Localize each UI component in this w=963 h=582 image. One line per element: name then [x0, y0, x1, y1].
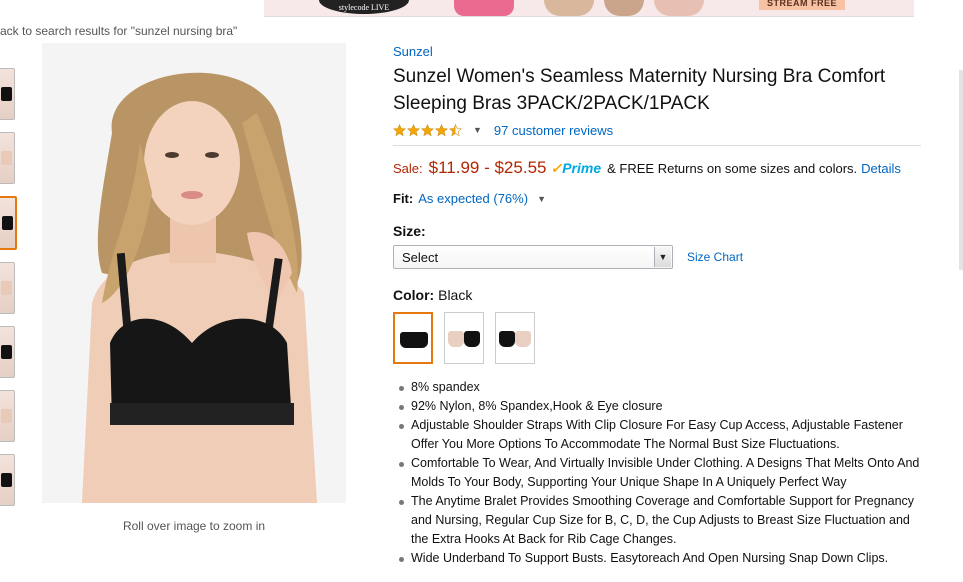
rating-row: ▼ 97 customer reviews [393, 121, 923, 139]
swatch-bra-image [515, 331, 531, 347]
thumbnail-bra-image [2, 216, 13, 230]
back-to-results-link[interactable]: ack to search results for "sunzel nursin… [0, 24, 237, 38]
banner-image-sandal [654, 0, 704, 16]
thumbnail[interactable] [0, 132, 15, 184]
feature-bullet: The Anytime Bralet Provides Smoothing Co… [393, 492, 921, 549]
star-icon [393, 123, 406, 136]
top-banner-ad[interactable]: stylecode LIVE STREAM FREE [264, 0, 914, 17]
swatch-bra-image [499, 331, 515, 347]
star-icon [407, 123, 420, 136]
thumbnail[interactable] [0, 262, 15, 314]
main-product-image[interactable] [42, 43, 346, 503]
thumbnail-bra-image [1, 281, 12, 295]
feature-bullet: 8% spandex [393, 378, 921, 397]
thumbnail-selected[interactable] [0, 196, 17, 250]
swatch-black[interactable] [393, 312, 433, 364]
prime-check-icon: ✓ [550, 160, 563, 176]
star-rating[interactable] [393, 123, 463, 137]
zoom-hint: Roll over image to zoom in [122, 519, 266, 533]
fit-row: Fit: As expected (76%) ▼ [393, 191, 923, 206]
thumbnail[interactable] [0, 454, 15, 506]
size-select-value: Select [402, 250, 439, 265]
chevron-down-icon[interactable]: ▼ [654, 247, 671, 267]
banner-image-shoe [544, 0, 594, 16]
thumbnail-strip [0, 68, 17, 518]
free-returns-text: & FREE Returns on some sizes and colors. [607, 161, 858, 176]
thumbnail-bra-image [1, 345, 12, 359]
fit-chevron-down-icon[interactable]: ▼ [537, 194, 546, 204]
banner-image-bag [604, 0, 644, 16]
brand-link[interactable]: Sunzel [393, 44, 923, 59]
half-star-icon [449, 123, 462, 136]
banner-logo: stylecode LIVE [319, 0, 409, 14]
prime-badge: ✓Prime [550, 160, 601, 177]
rating-dropdown-chevron-down-icon[interactable]: ▼ [473, 125, 482, 135]
fit-value-link[interactable]: As expected (76%) [418, 191, 528, 206]
thumbnail[interactable] [0, 68, 15, 120]
thumbnail[interactable] [0, 390, 15, 442]
fit-label: Fit: [393, 191, 414, 206]
thumbnail[interactable] [0, 326, 15, 378]
thumbnail-bra-image [1, 473, 12, 487]
size-row: Select ▼ Size Chart [393, 245, 923, 269]
swatch-black-nude[interactable] [495, 312, 535, 364]
customer-reviews-link[interactable]: 97 customer reviews [494, 123, 613, 138]
thumbnail-bra-image [1, 151, 12, 165]
product-title: Sunzel Women's Seamless Maternity Nursin… [393, 66, 886, 114]
model-photo [42, 43, 346, 503]
size-label: Size: [393, 223, 426, 239]
thumbnail-bra-image [1, 409, 12, 423]
divider [393, 145, 921, 146]
returns-details-link[interactable]: Details [861, 161, 901, 176]
price-row: Sale: $11.99 - $25.55 ✓Prime & FREE Retu… [393, 158, 923, 178]
banner-cta-button[interactable]: STREAM FREE [759, 0, 846, 10]
feature-bullet: Adjustable Shoulder Straps With Clip Clo… [393, 416, 921, 454]
banner-image-dress [454, 0, 514, 16]
size-select[interactable]: Select ▼ [393, 245, 673, 269]
swatch-bra-image [464, 331, 480, 347]
sale-label: Sale: [393, 161, 423, 176]
color-label: Color: [393, 287, 435, 303]
swatch-nude-black[interactable] [444, 312, 484, 364]
color-swatches [393, 312, 923, 364]
feature-bullet: Comfortable To Wear, And Virtually Invis… [393, 454, 921, 492]
size-chart-link[interactable]: Size Chart [687, 250, 743, 264]
price-range: $11.99 - $25.55 [428, 158, 547, 177]
star-icon [435, 123, 448, 136]
color-row: Color: Black [393, 287, 923, 303]
swatch-bra-image [400, 332, 428, 348]
star-icon [421, 123, 434, 136]
thumbnail-bra-image [1, 87, 12, 101]
feature-bullets: 8% spandex 92% Nylon, 8% Spandex,Hook & … [393, 378, 921, 568]
page-scrollbar[interactable] [959, 70, 963, 270]
color-value: Black [438, 287, 473, 303]
feature-bullet: Wide Underband To Support Busts. Easytor… [393, 549, 921, 568]
swatch-bra-image [448, 331, 464, 347]
prime-label: Prime [562, 160, 602, 176]
product-details: Sunzel Sunzel Women's Seamless Maternity… [393, 44, 923, 568]
feature-bullet: 92% Nylon, 8% Spandex,Hook & Eye closure [393, 397, 921, 416]
